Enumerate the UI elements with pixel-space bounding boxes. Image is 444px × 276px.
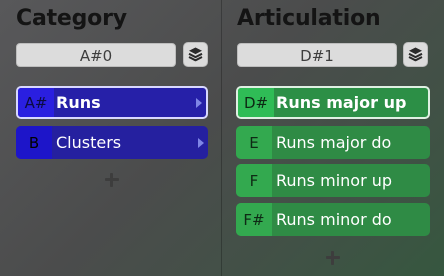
category-layers-button[interactable] <box>183 42 208 67</box>
articulation-label: Runs major do <box>276 133 392 152</box>
category-item-clusters[interactable]: B Clusters <box>16 126 208 159</box>
category-label: Runs <box>56 93 101 112</box>
articulation-item-runs-minor-up[interactable]: F Runs minor up <box>236 164 430 197</box>
category-title: Category <box>16 6 127 31</box>
articulation-item-runs-major-do[interactable]: E Runs major do <box>236 126 430 159</box>
layers-icon <box>408 47 423 62</box>
articulation-layers-button[interactable] <box>403 42 428 67</box>
category-item-runs[interactable]: A# Runs <box>16 86 208 119</box>
category-selector[interactable]: A#0 <box>16 43 176 67</box>
articulation-title: Articulation <box>237 6 381 31</box>
category-column: Category A#0 A# Runs B Clusters <box>0 0 221 276</box>
add-articulation-button[interactable] <box>323 248 343 268</box>
category-label: Clusters <box>56 133 122 152</box>
articulation-label: Runs major up <box>276 93 407 112</box>
articulation-column: Articulation D#1 D# Runs major up E Runs… <box>222 0 444 276</box>
category-key: A# <box>18 88 54 117</box>
articulation-key: D# <box>238 88 274 117</box>
layers-icon <box>188 47 203 62</box>
articulation-key: F <box>236 164 272 197</box>
category-key: B <box>16 126 52 159</box>
articulation-label: Runs minor do <box>276 210 392 229</box>
articulation-item-runs-major-up[interactable]: D# Runs major up <box>236 86 430 119</box>
articulation-label: Runs minor up <box>276 171 393 190</box>
articulation-map-panel: Category A#0 A# Runs B Clusters Articula… <box>0 0 444 276</box>
chevron-right-icon <box>198 137 204 148</box>
articulation-key: E <box>236 126 272 159</box>
articulation-item-runs-minor-do[interactable]: F# Runs minor do <box>236 203 430 236</box>
chevron-right-icon <box>196 97 202 108</box>
add-category-button[interactable] <box>102 170 122 190</box>
articulation-key: F# <box>236 203 272 236</box>
articulation-selector[interactable]: D#1 <box>237 43 397 67</box>
